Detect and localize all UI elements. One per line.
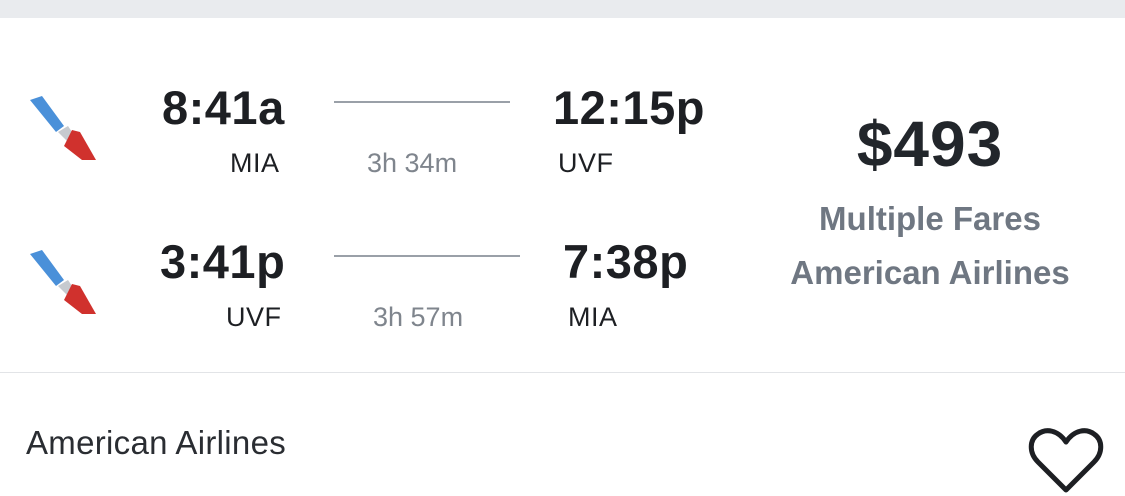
price-block: $493 Multiple Fares American Airlines	[760, 106, 1100, 300]
depart-time: 3:41p	[160, 235, 286, 288]
heart-outline-icon[interactable]	[1028, 428, 1104, 496]
depart-time: 8:41a	[162, 81, 285, 134]
outbound-leg: 8:41a MIA 3h 34m 12:15p UVF	[0, 80, 760, 200]
depart-airport-code: MIA	[230, 148, 280, 178]
depart-airport-code: UVF	[226, 302, 282, 332]
flight-path-line	[334, 255, 520, 257]
card-divider	[0, 372, 1125, 373]
footer-airline-name: American Airlines	[26, 424, 287, 461]
arrive-time: 12:15p	[553, 81, 705, 134]
american-airlines-logo-icon	[30, 96, 96, 160]
flight-path-line	[334, 101, 510, 103]
return-leg: 3:41p UVF 3h 57m 7:38p MIA	[0, 234, 760, 354]
price-amount: $493	[856, 108, 1004, 180]
fares-label: Multiple Fares	[819, 200, 1041, 237]
arrive-time: 7:38p	[563, 235, 689, 288]
american-airlines-logo-icon	[30, 250, 96, 314]
arrive-airport-code: UVF	[558, 148, 614, 178]
top-separator-strip	[0, 0, 1125, 18]
flight-result-card[interactable]: 8:41a MIA 3h 34m 12:15p UVF 3:41p UVF 3h…	[0, 18, 1125, 493]
flight-duration: 3h 34m	[367, 148, 458, 178]
arrive-airport-code: MIA	[568, 302, 618, 332]
flight-duration: 3h 57m	[373, 302, 464, 332]
price-airline-name: American Airlines	[790, 254, 1070, 291]
